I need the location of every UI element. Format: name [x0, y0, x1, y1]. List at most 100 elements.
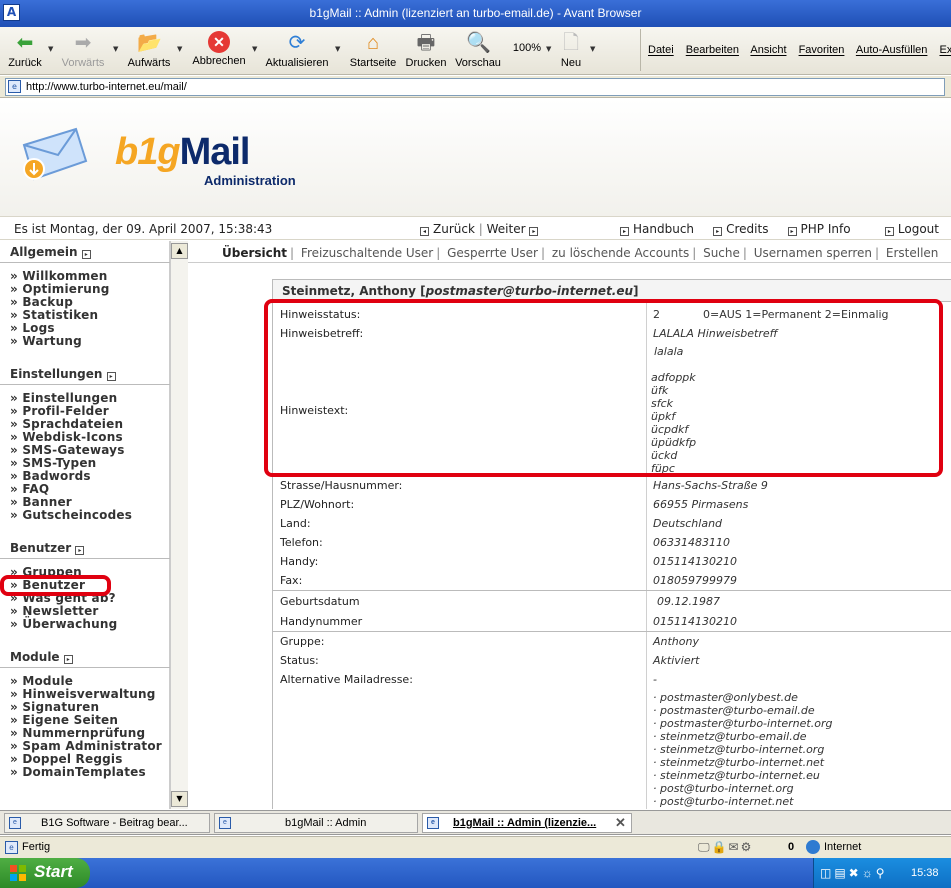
- sidebar-section-title[interactable]: Allgemein ▸: [0, 241, 170, 263]
- zoom-dropdown-icon[interactable]: ▼: [546, 45, 551, 53]
- handbook-link[interactable]: ▸ Handbuch: [620, 222, 694, 236]
- back-button[interactable]: ⬅ Zurück: [5, 29, 45, 71]
- user-tabs: Übersicht | Freizuschaltende User | Gesper…: [188, 241, 951, 263]
- print-button[interactable]: 🖶 Drucken: [404, 29, 448, 71]
- page-icon: e: [427, 817, 439, 829]
- menu-datei[interactable]: Datei: [648, 44, 674, 56]
- credits-link[interactable]: ▸ Credits: [713, 222, 768, 236]
- arrow-box-icon: ▸: [713, 227, 723, 236]
- up-button[interactable]: 📂 Aufwärts: [124, 29, 174, 71]
- sidebar-section-module: Module ▸ » Module » Hinweisverwaltung » …: [0, 646, 170, 779]
- section-divider: [273, 631, 951, 632]
- tab-suche[interactable]: Suche: [703, 246, 740, 260]
- phpinfo-link[interactable]: ▸ PHP Info: [787, 222, 851, 236]
- back-arrow-icon: ⬅: [16, 32, 34, 54]
- sidebar-section-title[interactable]: Benutzer ▸: [0, 537, 170, 559]
- address-bar: http://www.turbo-internet.eu/mail/ e: [0, 76, 951, 98]
- status-count: 0: [788, 841, 795, 853]
- envelope-logo-icon: [22, 127, 88, 181]
- current-date: Es ist Montag, der 09. April 2007, 15:38…: [14, 222, 273, 236]
- browser-tab-active[interactable]: e b1gMail :: Admin (lizenzie... ✕: [422, 813, 632, 833]
- scroll-up-icon[interactable]: ▲: [171, 243, 188, 259]
- tab-uebersicht[interactable]: Übersicht: [222, 246, 287, 260]
- home-icon: ⌂: [366, 32, 380, 54]
- page-icon: e: [5, 841, 18, 854]
- list-item: · steinmetz@turbo-internet.eu: [653, 769, 820, 782]
- new-dropdown-icon[interactable]: ▼: [590, 45, 595, 53]
- window-title: b1gMail :: Admin (lizenziert an turbo-em…: [309, 6, 642, 20]
- menu-ansicht[interactable]: Ansicht: [750, 44, 786, 56]
- list-item: · steinmetz@turbo-internet.org: [653, 743, 825, 756]
- sidebar-item-wartung[interactable]: » Wartung: [10, 335, 170, 348]
- clock: 15:38: [911, 867, 939, 879]
- forward-button[interactable]: ➡ Vorwärts: [58, 29, 108, 71]
- sidebar-section-title[interactable]: Einstellungen ▸: [0, 363, 170, 385]
- menu-bearbeiten[interactable]: Bearbeiten: [686, 44, 739, 56]
- list-item: · postmaster@turbo-internet.org: [653, 717, 833, 730]
- logout-link[interactable]: ▸ Logout: [884, 222, 939, 236]
- browser-tab[interactable]: e B1G Software - Beitrag bear...: [4, 813, 210, 833]
- stop-button[interactable]: ✕ Abbrechen: [190, 29, 248, 71]
- menu-auto-ausfuellen[interactable]: Auto-Ausfüllen: [856, 44, 928, 56]
- sidebar-item-gutscheincodes[interactable]: » Gutscheincodes: [10, 509, 170, 522]
- list-item: · postmaster@turbo-email.de: [653, 704, 815, 717]
- collapse-icon: ▸: [106, 372, 116, 381]
- toolbar-separator: [640, 29, 641, 71]
- refresh-dropdown-icon[interactable]: ▼: [335, 45, 340, 53]
- status-bar: e Fertig 🖵🔒✉⚙ 0 Internet: [0, 836, 951, 858]
- sidebar-scrollbar[interactable]: ▲ ▼: [170, 241, 188, 809]
- window-titlebar: A b1gMail :: Admin (lizenziert an turbo-…: [0, 0, 951, 27]
- history-nav: ◂ Zurück | Weiter ▸: [420, 222, 542, 236]
- close-tab-icon[interactable]: ✕: [615, 814, 626, 832]
- forward-arrow-icon: ➡: [74, 32, 92, 54]
- new-button[interactable]: 🗋 Neu: [557, 29, 585, 71]
- back-dropdown-icon[interactable]: ▼: [48, 45, 53, 53]
- browser-tab-strip: e B1G Software - Beitrag bear... e b1gMail…: [0, 810, 951, 835]
- status-text: Fertig: [22, 841, 51, 853]
- info-bar: Es ist Montag, der 09. April 2007, 15:38…: [0, 216, 951, 240]
- list-item: · steinmetz@turbo-internet.net: [653, 756, 825, 769]
- stop-icon: ✕: [208, 31, 230, 53]
- nav-back-link[interactable]: ◂ Zurück: [420, 222, 475, 236]
- browser-toolbar: ⬅ Zurück ▼ ➡ Vorwärts ▼ 📂 Aufwärts ▼ ✕ A…: [0, 27, 951, 75]
- tab-usernamen-sperren[interactable]: Usernamen sperren: [754, 246, 872, 260]
- top-links: ▸ Handbuch ▸ Credits ▸ PHP Info ▸ Logout: [620, 222, 939, 236]
- browser-tab[interactable]: e b1gMail :: Admin: [214, 813, 418, 833]
- page-icon: e: [8, 80, 21, 93]
- sidebar-section-einstellungen: Einstellungen ▸ » Einstellungen » Profil…: [0, 363, 170, 522]
- tab-gesperrte-user[interactable]: Gesperrte User: [447, 246, 538, 260]
- arrow-box-icon: ▸: [529, 227, 539, 236]
- collapse-icon: ▸: [81, 250, 91, 259]
- list-item: · post@turbo-internet.org: [653, 782, 794, 795]
- sidebar-item-ueberwachung[interactable]: » Überwachung: [10, 618, 170, 631]
- globe-icon: [806, 840, 820, 854]
- menu-favoriten[interactable]: Favoriten: [799, 44, 845, 56]
- refresh-button[interactable]: ⟳ Aktualisieren: [264, 29, 330, 71]
- tab-erstellen[interactable]: Erstellen: [886, 246, 939, 260]
- preview-button[interactable]: 🔍 Vorschau: [453, 29, 503, 71]
- list-item: · steinmetz@turbo-email.de: [653, 730, 807, 743]
- tray-icons[interactable]: ◫▤✖☼⚲: [820, 866, 888, 880]
- nav-forward-link[interactable]: Weiter ▸: [487, 222, 543, 236]
- tab-zu-loeschende-accounts[interactable]: zu löschende Accounts: [552, 246, 689, 260]
- folder-up-icon: 📂: [137, 32, 162, 54]
- arrow-box-icon: ▸: [787, 227, 797, 236]
- status-tool-icons[interactable]: 🖵🔒✉⚙: [698, 840, 778, 855]
- url-input[interactable]: http://www.turbo-internet.eu/mail/: [5, 78, 945, 96]
- windows-flag-icon: [10, 865, 26, 881]
- arrow-box-icon: ▸: [884, 227, 894, 236]
- home-button[interactable]: ⌂ Startseite: [347, 29, 399, 71]
- start-button[interactable]: Start: [0, 858, 90, 888]
- sidebar-section-title[interactable]: Module ▸: [0, 646, 170, 668]
- windows-taskbar: Start ◫▤✖☼⚲ 15:38: [0, 858, 951, 888]
- arrow-box-icon: ▸: [620, 227, 629, 236]
- scroll-down-icon[interactable]: ▼: [171, 791, 188, 807]
- forward-dropdown-icon[interactable]: ▼: [113, 45, 118, 53]
- tab-freizuschaltende-user[interactable]: Freizuschaltende User: [301, 246, 433, 260]
- sidebar-item-domaintemplates[interactable]: » DomainTemplates: [10, 766, 170, 779]
- logo-subtitle: Administration: [204, 173, 296, 188]
- stop-dropdown-icon[interactable]: ▼: [252, 45, 257, 53]
- menu-extra[interactable]: Extra: [939, 44, 951, 56]
- system-tray: ◫▤✖☼⚲ 15:38: [813, 858, 951, 888]
- up-dropdown-icon[interactable]: ▼: [177, 45, 182, 53]
